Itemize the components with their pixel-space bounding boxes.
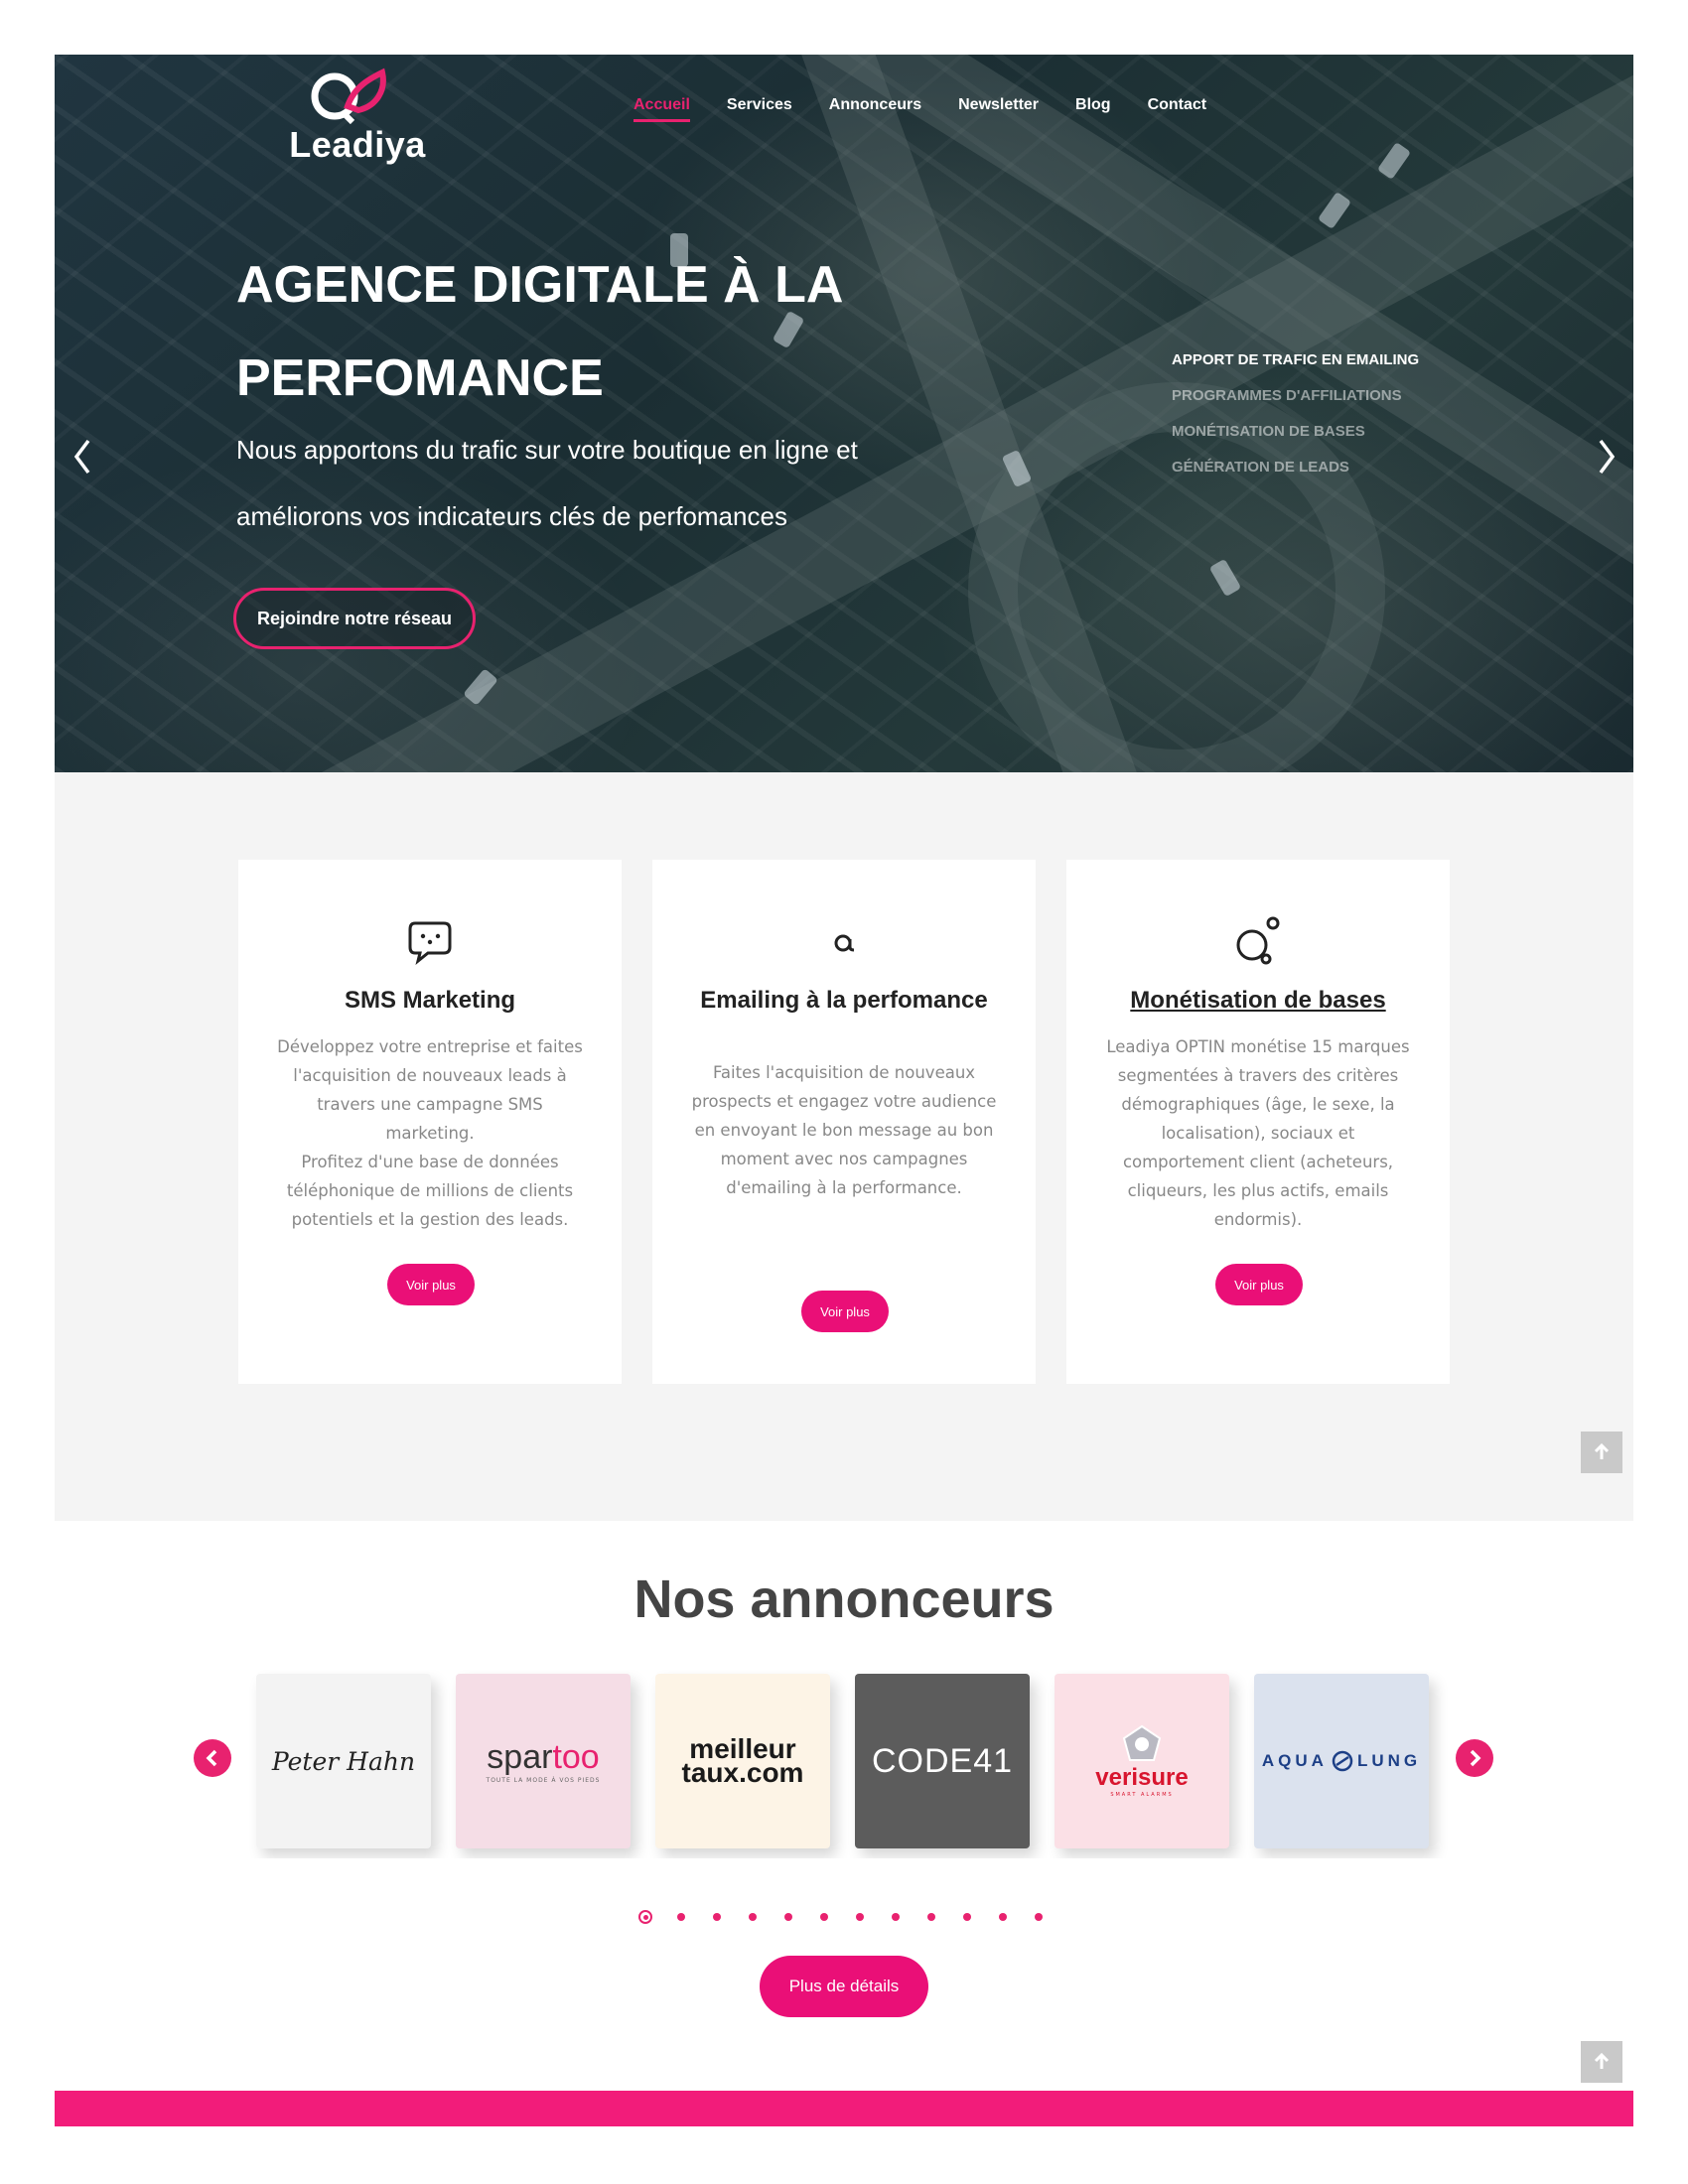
services-section: SMS Marketing Développez votre entrepris… xyxy=(55,772,1633,1521)
service-description: Développez votre entreprise et faites l'… xyxy=(277,1037,583,1229)
slide-topic-item[interactable]: GÉNÉRATION DE LEADS xyxy=(1172,450,1419,485)
hero-title-line: PERFOMANCE xyxy=(236,349,604,407)
carousel-dot[interactable] xyxy=(710,1910,724,1924)
site-logo[interactable]: Leadiya xyxy=(278,67,437,176)
main-nav: Accueil Services Annonceurs Newsletter B… xyxy=(633,96,1206,122)
hero-subtitle-line: améliorons vos indicateurs clés de perfo… xyxy=(236,501,787,531)
logo-text: Peter Hahn xyxy=(271,1746,416,1776)
aerial-car xyxy=(1317,191,1352,230)
slide-topic-item[interactable]: PROGRAMMES D'AFFILIATIONS xyxy=(1172,378,1419,414)
logo-tagline: TOUTE LA MODE À VOS PIEDS xyxy=(486,1777,601,1784)
logo-text: Leadiya xyxy=(289,124,426,165)
nav-item-blog[interactable]: Blog xyxy=(1075,96,1111,122)
service-card: Monétisation de bases Leadiya OPTIN moné… xyxy=(1066,860,1450,1384)
hero-title: AGENCE DIGITALE À LA PERFOMANCE xyxy=(236,238,1011,425)
carousel-dot[interactable] xyxy=(746,1910,760,1924)
aerial-car xyxy=(1376,141,1412,181)
carousel-dot[interactable] xyxy=(960,1910,974,1924)
service-description: Leadiya OPTIN monétise 15 marques segmen… xyxy=(1106,1037,1410,1229)
nav-item-annonceurs[interactable]: Annonceurs xyxy=(829,96,921,122)
hero-subtitle-line: Nous apportons du trafic sur votre bouti… xyxy=(236,435,858,465)
nav-item-accueil[interactable]: Accueil xyxy=(633,96,690,122)
carousel-dot[interactable] xyxy=(889,1910,903,1924)
service-card: Emailing à la perfomance Faites l'acquis… xyxy=(652,860,1036,1384)
hero-banner: Leadiya Accueil Services Annonceurs News… xyxy=(55,55,1633,772)
footer-bar xyxy=(55,2091,1633,2126)
carousel-dot[interactable] xyxy=(781,1910,795,1924)
carousel-next-button[interactable] xyxy=(1456,1739,1493,1777)
hero-subtitle: Nous apportons du trafic sur votre bouti… xyxy=(236,417,1011,550)
slider-prev-button[interactable] xyxy=(65,427,100,486)
logo-tagline: SMART ALARMS xyxy=(1110,1792,1174,1798)
service-card: SMS Marketing Développez votre entrepris… xyxy=(238,860,622,1384)
advertiser-logo-verisure[interactable]: verisure SMART ALARMS xyxy=(1055,1674,1229,1848)
nav-item-services[interactable]: Services xyxy=(727,96,792,122)
hero-title-line: AGENCE DIGITALE À LA xyxy=(236,256,844,314)
voir-plus-button[interactable]: Voir plus xyxy=(1215,1264,1303,1305)
section-title: Nos annonceurs xyxy=(633,1570,1055,1629)
logo-text: AQUA LUNG xyxy=(1261,1750,1422,1772)
advertiser-logo-code41[interactable]: CODE41 xyxy=(855,1674,1030,1848)
logo-text: verisure xyxy=(1095,1764,1189,1791)
carousel-dot[interactable] xyxy=(638,1910,652,1924)
slider-next-button[interactable] xyxy=(1589,427,1624,486)
chevron-left-icon xyxy=(73,439,90,475)
advertiser-logo-meilleurtaux[interactable]: meilleur taux.com xyxy=(655,1674,830,1848)
more-details-button[interactable]: Plus de détails xyxy=(760,1956,928,2017)
logo-text: CODE41 xyxy=(871,1741,1014,1780)
carousel-prev-button[interactable] xyxy=(194,1739,231,1777)
join-network-button[interactable]: Rejoindre notre réseau xyxy=(233,588,476,649)
carousel-dot[interactable] xyxy=(996,1910,1010,1924)
scroll-to-top-button[interactable] xyxy=(1581,2041,1622,2083)
service-description: Faites l'acquisition de nouveaux prospec… xyxy=(691,1063,997,1197)
arrow-up-icon xyxy=(1594,1442,1610,1459)
verisure-emblem-icon xyxy=(1122,1724,1162,1761)
carousel-dot[interactable] xyxy=(853,1910,867,1924)
voir-plus-button[interactable]: Voir plus xyxy=(387,1264,475,1305)
service-title: Emailing à la perfomance xyxy=(700,987,988,1014)
carousel-dot[interactable] xyxy=(817,1910,831,1924)
slide-topic-list: APPORT DE TRAFIC EN EMAILING PROGRAMMES … xyxy=(1172,342,1419,485)
service-title-link[interactable]: Monétisation de bases xyxy=(1086,987,1430,1015)
circles-icon xyxy=(1236,916,1280,965)
chevron-left-icon xyxy=(206,1749,217,1767)
carousel-dot[interactable] xyxy=(1032,1910,1046,1924)
aqualung-emblem-icon xyxy=(1332,1750,1353,1772)
scroll-to-top-button[interactable] xyxy=(1581,1432,1622,1473)
service-title: SMS Marketing xyxy=(344,987,516,1014)
advertiser-logo-aqualung[interactable]: AQUA LUNG xyxy=(1254,1674,1429,1848)
chevron-right-icon xyxy=(1470,1749,1481,1767)
carousel-pagination xyxy=(638,1910,1046,1924)
at-sign-icon xyxy=(834,934,855,952)
carousel-dot[interactable] xyxy=(924,1910,938,1924)
nav-item-newsletter[interactable]: Newsletter xyxy=(958,96,1039,122)
logo-text: meilleur taux.com xyxy=(681,1733,804,1788)
carousel-dot[interactable] xyxy=(674,1910,688,1924)
chevron-right-icon xyxy=(1599,439,1616,475)
chat-bubble-icon xyxy=(408,921,452,965)
slide-topic-item[interactable]: MONÉTISATION DE BASES xyxy=(1172,414,1419,450)
voir-plus-button[interactable]: Voir plus xyxy=(801,1291,889,1332)
arrow-up-icon xyxy=(1594,2052,1610,2069)
slide-topic-item[interactable]: APPORT DE TRAFIC EN EMAILING xyxy=(1172,342,1419,378)
advertiser-logo-peter-hahn[interactable]: Peter Hahn xyxy=(256,1674,431,1848)
advertiser-logo-spartoo[interactable]: spartoo TOUTE LA MODE À VOS PIEDS xyxy=(456,1674,631,1848)
logo-text: spartoo xyxy=(487,1738,600,1776)
advertiser-carousel: Peter Hahn spartoo TOUTE LA MODE À VOS P… xyxy=(238,1670,1450,1858)
nav-item-contact[interactable]: Contact xyxy=(1148,96,1207,122)
leadiya-logo-icon xyxy=(311,68,386,124)
